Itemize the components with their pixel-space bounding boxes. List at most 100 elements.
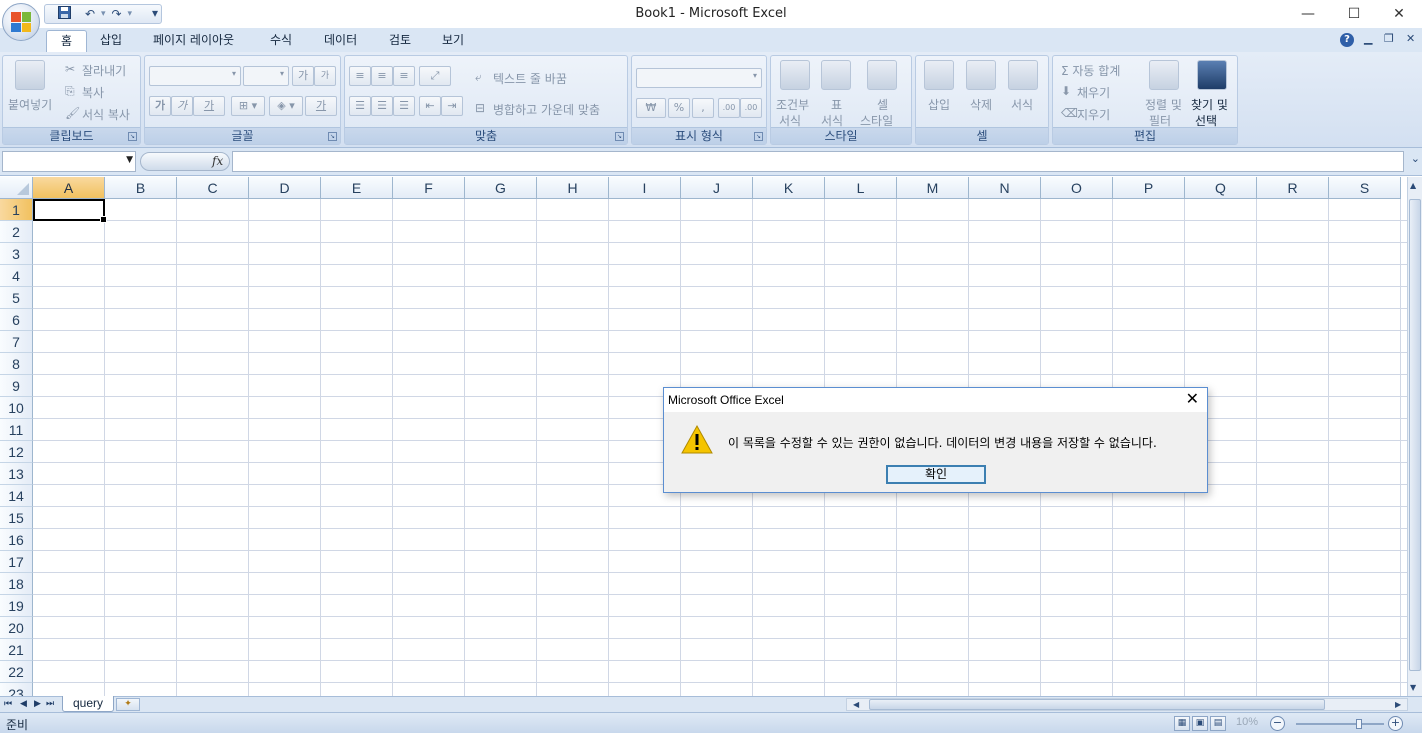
align-bottom-button[interactable]: ≡ [393,66,415,86]
format-as-table-icon[interactable] [821,60,851,90]
maximize-button[interactable]: ☐ [1331,0,1377,28]
scroll-up-icon[interactable]: ▲ [1410,181,1416,190]
font-launcher-icon[interactable]: ↘ [328,132,337,141]
page-layout-view-icon[interactable]: ▣ [1192,716,1208,731]
paste-button[interactable]: 붙여넣기 [8,96,52,113]
insert-cells-icon[interactable] [924,60,954,90]
clear-button[interactable]: 지우기 [1077,106,1110,123]
ok-button[interactable]: 확인 [886,465,986,484]
sort-filter-label-1[interactable]: 정렬 및 [1145,96,1182,113]
column-header-o[interactable]: O [1041,177,1113,199]
row-header-3[interactable]: 3 [0,243,33,265]
minimize-button[interactable]: — [1285,0,1331,28]
comma-button[interactable]: , [692,98,714,118]
first-sheet-icon[interactable]: ⏮ [4,699,12,709]
italic-button[interactable]: 가 [171,96,193,116]
row-header-13[interactable]: 13 [0,463,33,485]
tab-insert[interactable]: 삽입 [98,30,124,52]
tab-page-layout[interactable]: 페이지 레이아웃 [151,30,236,52]
scroll-right-icon[interactable]: ▶ [1395,700,1401,709]
row-header-8[interactable]: 8 [0,353,33,375]
fill-button[interactable]: 채우기 [1077,84,1110,101]
decrease-indent-button[interactable]: ⇤ [419,96,441,116]
row-header-14[interactable]: 14 [0,485,33,507]
column-header-q[interactable]: Q [1185,177,1257,199]
row-header-9[interactable]: 9 [0,375,33,397]
row-header-20[interactable]: 20 [0,617,33,639]
row-header-15[interactable]: 15 [0,507,33,529]
name-box-dropdown-icon[interactable]: ▼ [126,155,133,165]
tab-review[interactable]: 검토 [387,30,413,52]
currency-button[interactable]: ₩ [636,98,666,118]
bold-button[interactable]: 가 [149,96,171,116]
align-left-button[interactable]: ☰ [349,96,371,116]
normal-view-icon[interactable]: ▦ [1174,716,1190,731]
next-sheet-icon[interactable]: ▶ [34,699,41,709]
underline-button[interactable]: 가 [193,96,225,116]
column-header-p[interactable]: P [1113,177,1185,199]
delete-cells-button[interactable]: 삭제 [970,96,992,113]
row-header-12[interactable]: 12 [0,441,33,463]
format-painter-button[interactable]: 서식 복사 [82,106,130,123]
decrease-decimal-button[interactable]: .00 [740,98,762,118]
active-cell[interactable] [33,199,107,223]
zoom-out-button[interactable]: − [1270,716,1285,731]
help-icon[interactable]: ? [1340,33,1354,47]
column-header-s[interactable]: S [1329,177,1401,199]
column-header-f[interactable]: F [393,177,465,199]
row-header-17[interactable]: 17 [0,551,33,573]
find-select-icon[interactable] [1197,60,1227,90]
font-color-button[interactable]: 가 [305,96,337,116]
shrink-font-button[interactable]: 가 [314,66,336,86]
row-header-18[interactable]: 18 [0,573,33,595]
last-sheet-icon[interactable]: ⏭ [46,699,54,709]
column-header-a[interactable]: A [33,177,105,199]
cell-styles-label-1[interactable]: 셀 [877,96,888,113]
align-center-button[interactable]: ☰ [371,96,393,116]
row-header-6[interactable]: 6 [0,309,33,331]
cut-button[interactable]: 잘라내기 [82,62,126,79]
borders-button[interactable]: ⊞ ▾ [231,96,265,116]
column-header-j[interactable]: J [681,177,753,199]
row-header-16[interactable]: 16 [0,529,33,551]
conditional-format-label-1[interactable]: 조건부 [776,96,809,113]
column-header-r[interactable]: R [1257,177,1329,199]
column-header-b[interactable]: B [105,177,177,199]
vertical-scroll-thumb[interactable] [1409,199,1421,671]
cell-styles-icon[interactable] [867,60,897,90]
horizontal-scroll-thumb[interactable] [869,699,1325,710]
formula-input[interactable] [232,151,1404,172]
name-box[interactable]: ▼ [2,151,136,172]
font-name-select[interactable]: ▾ [149,66,241,86]
column-header-l[interactable]: L [825,177,897,199]
row-header-19[interactable]: 19 [0,595,33,617]
zoom-level[interactable]: 10% [1236,716,1258,728]
clipboard-launcher-icon[interactable]: ↘ [128,132,137,141]
merge-center-icon[interactable]: ⊟ [475,101,485,115]
zoom-in-button[interactable]: + [1388,716,1403,731]
paste-icon[interactable] [15,60,45,90]
workbook-minimize-icon[interactable]: ▁ [1364,32,1372,45]
autosum-button[interactable]: Σ 자동 합계 [1061,62,1120,79]
column-header-k[interactable]: K [753,177,825,199]
row-header-7[interactable]: 7 [0,331,33,353]
scroll-left-icon[interactable]: ◀ [853,700,859,709]
delete-cells-icon[interactable] [966,60,996,90]
column-header-n[interactable]: N [969,177,1041,199]
prev-sheet-icon[interactable]: ◀ [20,699,27,709]
column-header-i[interactable]: I [609,177,681,199]
format-cells-button[interactable]: 서식 [1011,96,1033,113]
orientation-button[interactable]: ⤢ [419,66,451,86]
horizontal-scrollbar[interactable]: ◀ ▶ [846,698,1408,711]
row-header-1[interactable]: 1 [0,199,33,221]
align-top-button[interactable]: ≡ [349,66,371,86]
cut-icon[interactable]: ✂ [65,62,75,76]
wrap-text-button[interactable]: 텍스트 줄 바꿈 [493,70,567,87]
office-button[interactable] [2,3,40,41]
close-button[interactable]: ✕ [1376,0,1422,28]
conditional-format-icon[interactable] [780,60,810,90]
zoom-slider-thumb[interactable] [1356,719,1362,729]
increase-indent-button[interactable]: ⇥ [441,96,463,116]
column-header-m[interactable]: M [897,177,969,199]
merge-center-button[interactable]: 병합하고 가운데 맞춤 [493,101,600,118]
